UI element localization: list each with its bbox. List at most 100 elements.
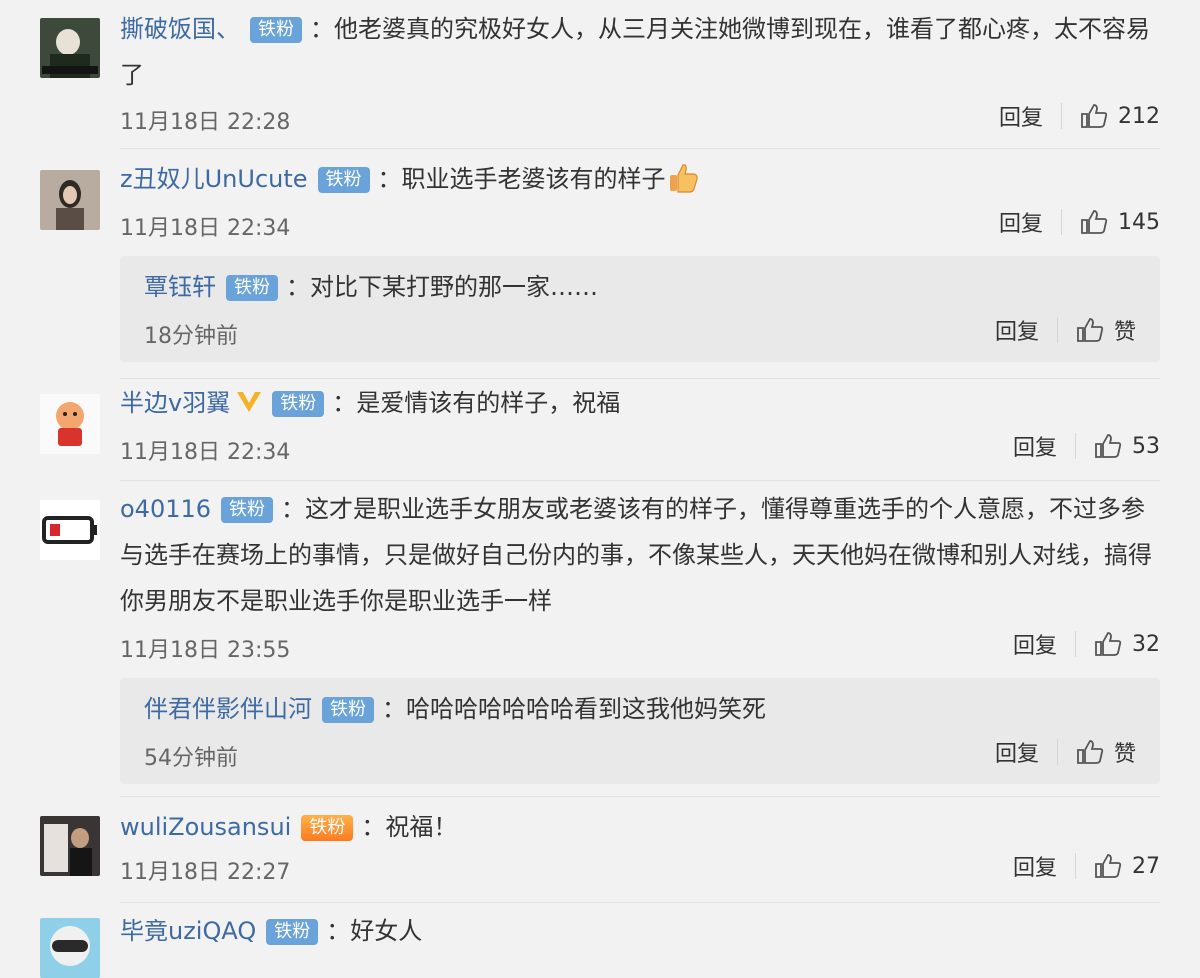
thumbs-up-icon bbox=[1095, 854, 1122, 878]
divider bbox=[120, 378, 1160, 379]
username-link[interactable]: o40116 bbox=[120, 495, 211, 523]
comment-item: wuliZousansui 铁粉 ：祝福！ 11月18日 22:27 回复 27 bbox=[0, 804, 1200, 904]
reply-time: 18分钟前 bbox=[144, 324, 238, 349]
comment-text: ：职业选手老婆该有的样子 bbox=[377, 165, 666, 193]
comment-item: o40116 铁粉 ：这才是职业选手女朋友或老婆该有的样子，懂得尊重选手的个人意愿，… bbox=[0, 486, 1200, 797]
reply-box: 伴君伴影伴山河 铁粉 ：哈哈哈哈哈哈哈看到这我他妈笑死 54分钟前 回复 赞 bbox=[120, 678, 1160, 784]
fan-badge[interactable]: 铁粉 bbox=[221, 497, 274, 523]
comment-time: 11月18日 22:34 bbox=[120, 440, 291, 465]
divider bbox=[1075, 631, 1076, 657]
comment-item: z丑奴儿UnUcute 铁粉 ：职业选手老婆该有的样子 11月18日 22:34 回… bbox=[0, 150, 1200, 380]
comment-text-line: wuliZousansui 铁粉 ：祝福！ bbox=[120, 804, 1160, 850]
avatar[interactable] bbox=[40, 170, 100, 230]
comment-item: 半边v羽翼 铁粉 ：是爱情该有的样子，祝福 11月18日 22:34 回复 53 bbox=[0, 380, 1200, 481]
comment-time: 11月18日 22:34 bbox=[120, 216, 291, 241]
avatar[interactable] bbox=[40, 394, 100, 454]
reply-button[interactable]: 回复 bbox=[999, 206, 1043, 238]
avatar[interactable] bbox=[40, 500, 100, 560]
username-link[interactable]: 覃钰轩 bbox=[144, 273, 216, 301]
username-link[interactable]: 撕破饭国、 bbox=[120, 15, 240, 43]
comment-time: 11月18日 22:28 bbox=[120, 110, 291, 135]
comment-text-line: 撕破饭国、 铁粉 ：他老婆真的究极好女人，从三月关注她微博到现在，谁看了都心疼，太不… bbox=[120, 6, 1160, 98]
fan-badge[interactable]: 铁粉 bbox=[266, 919, 319, 945]
reply-text: ：哈哈哈哈哈哈哈看到这我他妈笑死 bbox=[382, 695, 766, 723]
comment-actions: 回复 212 bbox=[999, 100, 1160, 132]
comment-text: ：是爱情该有的样子，祝福 bbox=[332, 389, 621, 417]
comment-actions: 回复 27 bbox=[1013, 850, 1160, 882]
comment-text-line: o40116 铁粉 ：这才是职业选手女朋友或老婆该有的样子，懂得尊重选手的个人意愿，… bbox=[120, 486, 1160, 624]
like-count: 53 bbox=[1132, 433, 1160, 459]
reply-actions: 回复 赞 bbox=[995, 314, 1136, 346]
like-label: 赞 bbox=[1113, 742, 1136, 767]
thumbs-up-icon bbox=[1095, 632, 1122, 656]
reply-button[interactable]: 回复 bbox=[995, 314, 1039, 346]
username-link[interactable]: wuliZousansui bbox=[120, 813, 291, 841]
comment-actions: 回复 53 bbox=[1013, 430, 1160, 462]
thumbs-up-icon bbox=[1081, 210, 1108, 234]
fan-badge[interactable]: 铁粉 bbox=[301, 815, 354, 841]
like-button[interactable]: 53 bbox=[1094, 433, 1160, 459]
reply-text: ：对比下某打野的那一家…… bbox=[286, 273, 598, 301]
like-button[interactable]: 212 bbox=[1080, 103, 1160, 129]
thumbs-up-emoji-icon bbox=[669, 164, 698, 193]
divider bbox=[120, 796, 1160, 797]
fan-badge[interactable]: 铁粉 bbox=[317, 167, 370, 193]
verified-v-icon bbox=[237, 392, 262, 412]
username-link[interactable]: 伴君伴影伴山河 bbox=[144, 695, 312, 723]
fan-badge[interactable]: 铁粉 bbox=[250, 17, 302, 43]
reply-button[interactable]: 回复 bbox=[1013, 850, 1057, 882]
reply-actions: 回复 赞 bbox=[995, 736, 1136, 768]
like-button[interactable]: 27 bbox=[1094, 853, 1160, 879]
avatar[interactable] bbox=[40, 918, 100, 978]
divider bbox=[1056, 317, 1058, 343]
comment-time: 11月18日 23:55 bbox=[120, 638, 291, 663]
comment-text: ：好女人 bbox=[326, 917, 423, 945]
comment-item: 撕破饭国、 铁粉 ：他老婆真的究极好女人，从三月关注她微博到现在，谁看了都心疼，太不… bbox=[0, 0, 1200, 150]
fan-badge[interactable]: 铁粉 bbox=[272, 391, 325, 417]
username-link[interactable]: 毕竟uziQAQ bbox=[120, 917, 256, 945]
avatar[interactable] bbox=[40, 816, 100, 876]
reply-text-line: 覃钰轩 铁粉 ：对比下某打野的那一家…… bbox=[144, 264, 1136, 310]
divider bbox=[120, 480, 1160, 481]
divider bbox=[1061, 103, 1062, 129]
thumbs-up-icon bbox=[1077, 318, 1104, 342]
username-link[interactable]: z丑奴儿UnUcute bbox=[120, 165, 308, 193]
divider bbox=[1056, 739, 1058, 765]
comment-text-line: 毕竟uziQAQ 铁粉 ：好女人 bbox=[120, 908, 1160, 954]
comment-text: ：祝福！ bbox=[361, 813, 458, 841]
avatar[interactable] bbox=[40, 18, 100, 78]
reply-text-line: 伴君伴影伴山河 铁粉 ：哈哈哈哈哈哈哈看到这我他妈笑死 bbox=[144, 686, 1136, 732]
reply-time: 54分钟前 bbox=[144, 746, 238, 771]
thumbs-up-icon bbox=[1095, 434, 1122, 458]
comment-item: 毕竟uziQAQ 铁粉 ：好女人 bbox=[0, 904, 1200, 978]
reply-button[interactable]: 回复 bbox=[1013, 628, 1057, 660]
reply-button[interactable]: 回复 bbox=[999, 100, 1043, 132]
comment-time: 11月18日 22:27 bbox=[120, 860, 291, 885]
comment-text-line: 半边v羽翼 铁粉 ：是爱情该有的样子，祝福 bbox=[120, 380, 1160, 426]
like-label: 赞 bbox=[1113, 320, 1136, 345]
like-count: 32 bbox=[1132, 631, 1160, 657]
thumbs-up-icon bbox=[1077, 740, 1104, 764]
divider bbox=[120, 148, 1160, 149]
thumbs-up-icon bbox=[1081, 104, 1108, 128]
divider bbox=[1075, 853, 1076, 879]
comment-text-line: z丑奴儿UnUcute 铁粉 ：职业选手老婆该有的样子 bbox=[120, 156, 1160, 202]
reply-button[interactable]: 回复 bbox=[995, 736, 1039, 768]
like-button[interactable]: 赞 bbox=[1076, 736, 1136, 768]
reply-box: 覃钰轩 铁粉 ：对比下某打野的那一家…… 18分钟前 回复 赞 bbox=[120, 256, 1160, 362]
fan-badge[interactable]: 铁粉 bbox=[322, 697, 374, 723]
comment-actions: 回复 145 bbox=[999, 206, 1160, 238]
like-button[interactable]: 赞 bbox=[1076, 314, 1136, 346]
like-button[interactable]: 145 bbox=[1080, 209, 1160, 235]
reply-button[interactable]: 回复 bbox=[1013, 430, 1057, 462]
like-button[interactable]: 32 bbox=[1094, 631, 1160, 657]
username-link[interactable]: 半边v羽翼 bbox=[120, 389, 230, 417]
like-count: 212 bbox=[1118, 103, 1160, 129]
comment-actions: 回复 32 bbox=[1013, 628, 1160, 660]
divider bbox=[1075, 433, 1076, 459]
fan-badge[interactable]: 铁粉 bbox=[226, 275, 278, 301]
divider bbox=[1061, 209, 1062, 235]
like-count: 145 bbox=[1118, 209, 1160, 235]
divider bbox=[120, 902, 1160, 903]
like-count: 27 bbox=[1132, 853, 1160, 879]
